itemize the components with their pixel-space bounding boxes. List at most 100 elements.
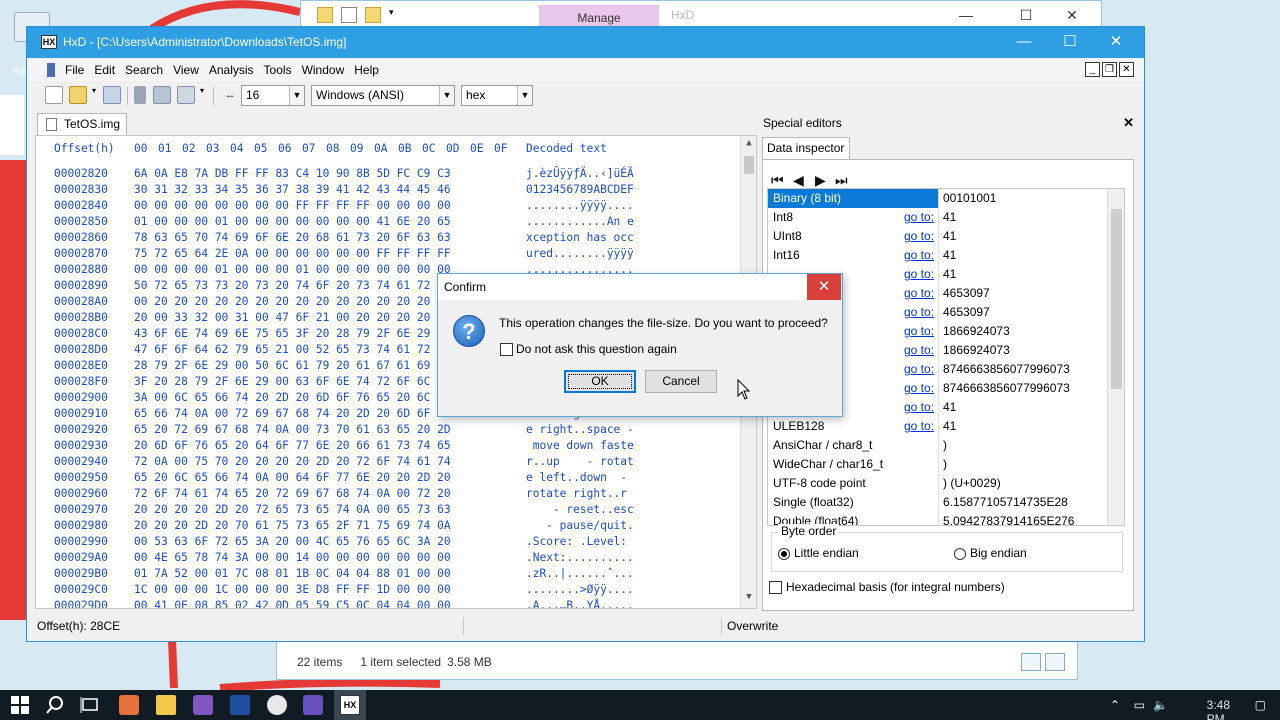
menu-document-icon[interactable]: [47, 63, 55, 77]
little-endian-label[interactable]: Little endian: [794, 546, 859, 560]
close-icon[interactable]: ✕: [1123, 113, 1134, 133]
inspector-value[interactable]: 6.15877105714735E28: [943, 495, 1068, 509]
goto-link[interactable]: go to:: [904, 343, 934, 357]
mdi-minimize-icon[interactable]: _: [1085, 62, 1100, 77]
large-icons-view-icon[interactable]: [1045, 653, 1065, 671]
inspector-value[interactable]: ): [943, 438, 947, 452]
inspector-row[interactable]: WideChar / char16_t): [768, 455, 1108, 474]
tab-data-inspector[interactable]: Data inspector: [762, 137, 850, 159]
goto-link[interactable]: go to:: [904, 229, 934, 243]
new-file-icon[interactable]: [45, 86, 63, 104]
print-dropdown-icon[interactable]: ▾: [197, 86, 207, 104]
inspector-value[interactable]: 8746663856077996073: [943, 362, 1070, 376]
vscode-icon[interactable]: [303, 695, 323, 715]
goto-link[interactable]: go to:: [904, 419, 934, 433]
goto-link[interactable]: go to:: [904, 267, 934, 281]
inspector-value[interactable]: 4653097: [943, 305, 990, 319]
maximize-icon[interactable]: ☐: [1047, 31, 1093, 53]
goto-link[interactable]: go to:: [904, 286, 934, 300]
mdi-restore-icon[interactable]: ❐: [1102, 62, 1117, 77]
menu-tools[interactable]: Tools: [264, 63, 298, 77]
last-icon[interactable]: ⏭: [835, 172, 848, 189]
scroll-down-icon[interactable]: ▼: [741, 592, 756, 606]
inspector-value[interactable]: ): [943, 457, 947, 471]
powershell-icon[interactable]: [230, 695, 250, 715]
details-view-icon[interactable]: [1021, 653, 1041, 671]
inspector-value[interactable]: 8746663856077996073: [943, 381, 1070, 395]
big-endian-radio[interactable]: [954, 548, 966, 560]
inspector-value[interactable]: 1866924073: [943, 324, 1010, 338]
ram-icon[interactable]: [153, 86, 171, 104]
volume-icon[interactable]: 🔈: [1153, 698, 1168, 712]
menu-search[interactable]: Search: [125, 63, 169, 77]
clock[interactable]: 3:48 PM: [1207, 698, 1230, 720]
open-file-icon[interactable]: [69, 86, 87, 104]
explorer-maximize-icon[interactable]: ☐: [1011, 7, 1041, 24]
hex-basis-checkbox[interactable]: [769, 581, 782, 594]
goto-link[interactable]: go to:: [904, 400, 934, 414]
tab-tetos-img[interactable]: TetOS.img: [37, 113, 127, 135]
chevron-down-icon[interactable]: ▼: [517, 86, 532, 105]
properties-icon[interactable]: [341, 7, 357, 23]
inspector-value[interactable]: 41: [943, 400, 956, 414]
menu-view[interactable]: View: [173, 63, 205, 77]
menu-analysis[interactable]: Analysis: [209, 63, 260, 77]
inspector-value[interactable]: 1866924073: [943, 343, 1010, 357]
previous-icon[interactable]: ◀: [793, 172, 804, 189]
inspector-value[interactable]: 41: [943, 248, 956, 262]
inspector-row[interactable]: Binary (8 bit) 00101001: [768, 189, 1108, 208]
inspector-value[interactable]: 41: [943, 210, 956, 224]
inspector-row[interactable]: UTF-8 code point) (U+0029): [768, 474, 1108, 493]
next-icon[interactable]: ▶: [815, 172, 826, 189]
mdi-close-icon[interactable]: ✕: [1119, 62, 1134, 77]
inspector-value[interactable]: 41: [943, 267, 956, 281]
menu-file[interactable]: File: [65, 63, 90, 77]
do-not-ask-label[interactable]: Do not ask this question again: [516, 342, 677, 356]
inspector-row[interactable]: ULEB128 go to: 41: [768, 417, 1108, 436]
scrollbar-thumb[interactable]: [1111, 209, 1122, 389]
windows-start-icon[interactable]: [10, 695, 30, 715]
menu-edit[interactable]: Edit: [94, 63, 121, 77]
inspector-value[interactable]: ) (U+0029): [943, 476, 1001, 490]
dialog-close-icon[interactable]: ✕: [807, 274, 841, 300]
little-endian-radio[interactable]: [778, 548, 790, 560]
bytes-per-row-select[interactable]: 16 ▼: [241, 85, 305, 106]
inspector-row[interactable]: AnsiChar / char8_t): [768, 436, 1108, 455]
goto-link[interactable]: go to:: [904, 210, 934, 224]
goto-link[interactable]: go to:: [904, 305, 934, 319]
open-dropdown-icon[interactable]: ▾: [89, 86, 99, 104]
hxd-taskbar-icon[interactable]: HX: [340, 695, 360, 715]
scrollbar-thumb[interactable]: [744, 156, 754, 174]
inspector-row[interactable]: Int16 go to: 41: [768, 246, 1108, 265]
inspector-row[interactable]: Int8 go to: 41: [768, 208, 1108, 227]
chevron-down-icon[interactable]: ▼: [289, 86, 304, 105]
menu-help[interactable]: Help: [354, 63, 385, 77]
inspector-row[interactable]: Single (float32) 6.15877105714735E28: [768, 493, 1108, 512]
hex-basis-label[interactable]: Hexadecimal basis (for integral numbers): [786, 580, 1005, 594]
print-icon[interactable]: [177, 86, 195, 104]
app-icon-disc[interactable]: [267, 695, 287, 715]
first-icon[interactable]: ⏮: [771, 172, 784, 189]
minimize-icon[interactable]: —: [1001, 31, 1047, 53]
disk-icon[interactable]: [134, 86, 146, 104]
network-icon[interactable]: ▭: [1134, 698, 1145, 712]
task-view-icon[interactable]: [80, 695, 100, 715]
ok-button[interactable]: OK: [564, 370, 636, 393]
offset-base-select[interactable]: hex ▼: [461, 85, 533, 106]
hxd-app-icon[interactable]: HX: [41, 35, 57, 49]
app-icon-1[interactable]: [119, 695, 139, 715]
inspector-value[interactable]: 41: [943, 419, 956, 433]
charset-select[interactable]: Windows (ANSI) ▼: [311, 85, 455, 106]
visual-studio-icon[interactable]: [193, 695, 213, 715]
do-not-ask-checkbox[interactable]: [500, 343, 513, 356]
inspector-value[interactable]: 4653097: [943, 286, 990, 300]
dialog-title-bar[interactable]: Confirm ✕: [438, 274, 842, 300]
save-icon[interactable]: [103, 86, 121, 104]
new-folder-icon[interactable]: [365, 7, 381, 23]
scroll-up-icon[interactable]: ▲: [741, 138, 756, 152]
explorer-minimize-icon[interactable]: —: [951, 7, 981, 23]
close-icon[interactable]: ✕: [1093, 31, 1139, 53]
big-endian-label[interactable]: Big endian: [970, 546, 1027, 560]
goto-link[interactable]: go to:: [904, 248, 934, 262]
goto-link[interactable]: go to:: [904, 324, 934, 338]
